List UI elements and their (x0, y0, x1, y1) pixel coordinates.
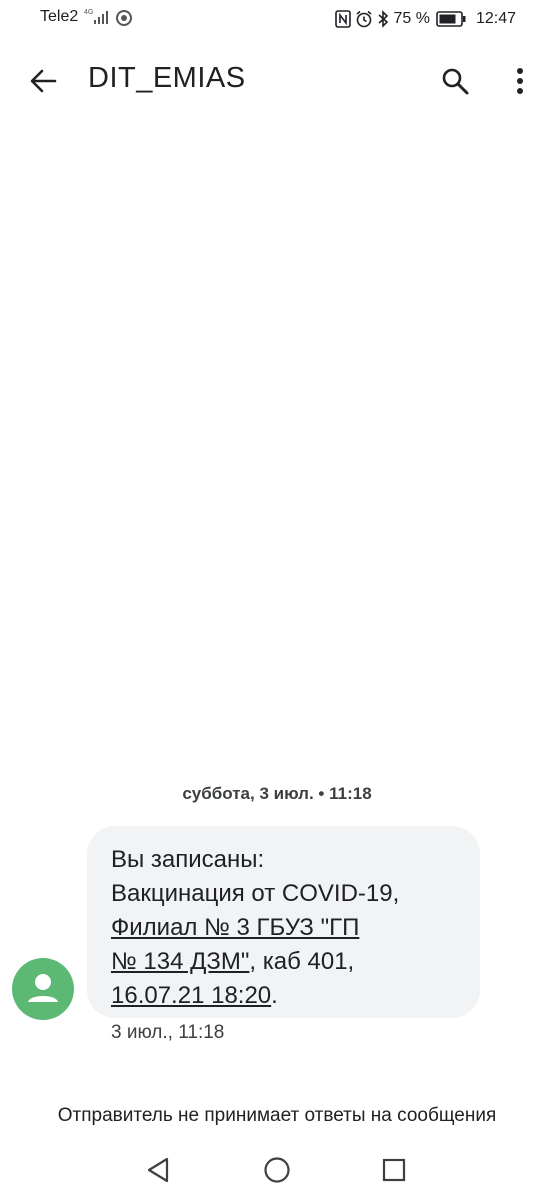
message-timestamp: 3 июл., 11:18 (111, 1022, 225, 1043)
message-bubble[interactable]: Вы записаны: Вакцинация от COVID-19, Фил… (87, 826, 480, 1018)
nfc-icon (335, 10, 352, 28)
conversation-title: DIT_EMIAS (88, 62, 246, 94)
date-time-link[interactable]: 16.07.21 18:20 (111, 982, 271, 1009)
signal-icon (94, 10, 110, 29)
alarm-icon (355, 10, 373, 28)
nav-recents-icon[interactable] (381, 1157, 407, 1188)
battery-percent: 75 % (393, 10, 430, 27)
app-bar: DIT_EMIAS (0, 38, 554, 124)
carrier-name: Tele2 (40, 8, 79, 25)
sender-avatar[interactable] (12, 958, 74, 1020)
message-line: Вакцинация от COVID-19, (111, 880, 400, 907)
system-nav-bar (0, 1142, 554, 1200)
address-link[interactable]: № 134 ДЗМ" (111, 948, 249, 975)
date-separator: суббота, 3 июл. • 11:18 (0, 784, 554, 804)
person-icon (28, 974, 58, 1002)
more-vert-icon[interactable] (506, 64, 534, 98)
nav-back-icon[interactable] (145, 1156, 171, 1189)
date-separator-day: суббота, 3 июл. (182, 784, 314, 803)
message-line: № 134 ДЗМ", каб 401, (111, 945, 462, 979)
bluetooth-icon (377, 10, 389, 28)
back-arrow-icon[interactable] (26, 64, 60, 98)
date-separator-dot: • (318, 784, 330, 803)
chrome-icon (116, 10, 132, 31)
status-indicators: 75 % 12:47 (335, 8, 516, 30)
date-separator-time: 11:18 (329, 784, 372, 803)
battery-icon (436, 11, 466, 27)
status-bar: Tele2 4G 75 % 12:47 (0, 0, 554, 38)
address-link[interactable]: Филиал № 3 ГБУЗ "ГП (111, 914, 359, 941)
network-type: 4G (84, 9, 94, 16)
reply-disabled-notice: Отправитель не принимает ответы на сообщ… (57, 1105, 497, 1126)
message-text: , каб 401, (249, 948, 355, 975)
message-line: Филиал № 3 ГБУЗ "ГП (111, 911, 462, 945)
nav-home-icon[interactable] (263, 1156, 291, 1189)
message-text: . (271, 982, 278, 1009)
clock: 12:47 (475, 10, 516, 27)
message-line: Вы записаны: (111, 846, 265, 873)
search-icon[interactable] (438, 64, 472, 98)
message-line: 16.07.21 18:20. (111, 979, 462, 1013)
